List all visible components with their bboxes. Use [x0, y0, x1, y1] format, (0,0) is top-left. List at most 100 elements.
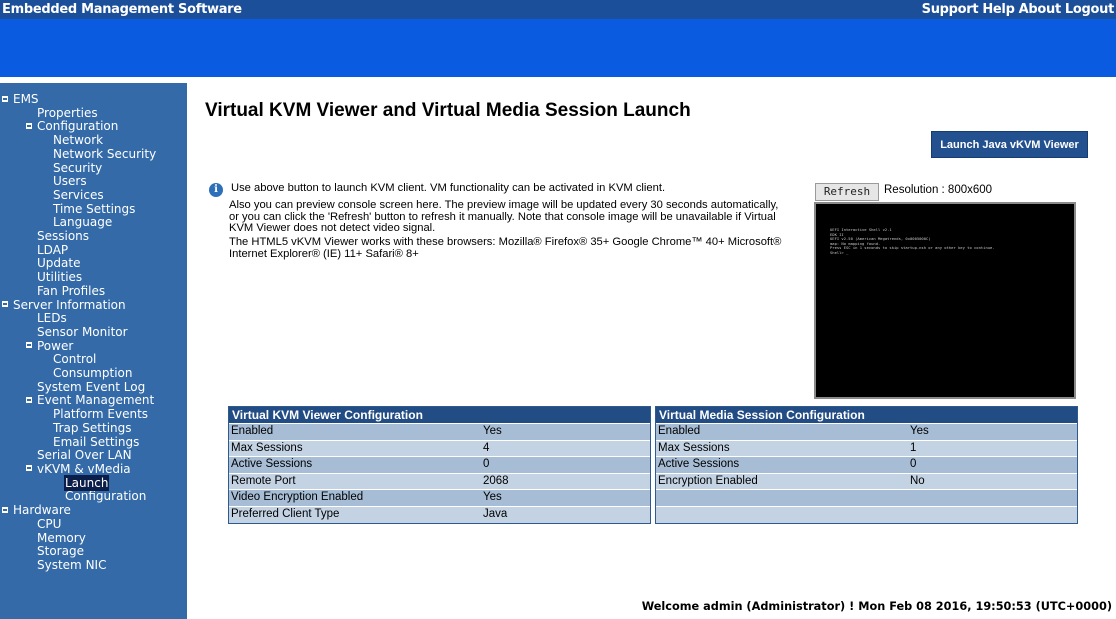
sidebar-item-server-information[interactable]: Server Information [0, 297, 187, 313]
page-title: Virtual KVM Viewer and Virtual Media Ses… [205, 100, 691, 121]
sidebar-item-label: Platform Events [53, 407, 149, 422]
support-link[interactable]: Support [922, 2, 979, 17]
vmedia-config-title: Virtual Media Session Configuration [656, 407, 1077, 423]
nav-tree: EMS Properties Configuration Network Network… [0, 92, 187, 573]
config-key: Preferred Client Type [231, 507, 340, 520]
sidebar-item-system-nic[interactable]: System NIC [0, 557, 187, 573]
sidebar-item-memory[interactable]: Memory [0, 531, 187, 546]
collapse-icon[interactable] [2, 301, 8, 308]
table-row [656, 489, 1077, 506]
sidebar-item-label: Services [53, 187, 104, 202]
sidebar-item-label: Network Security [53, 146, 157, 161]
sidebar-item-label: Consumption [53, 366, 133, 381]
sidebar-item-ems[interactable]: EMS [0, 92, 187, 107]
sidebar-item-label: System Event Log [37, 379, 146, 394]
config-value: 1 [910, 441, 917, 454]
sidebar-item-sensor-monitor[interactable]: Sensor Monitor [0, 325, 187, 340]
sidebar-item-label: Serial Over LAN [37, 448, 132, 463]
sidebar-item-vkvm-vmedia[interactable]: vKVM & vMedia [0, 461, 187, 477]
sidebar-item-label: vKVM & vMedia [37, 461, 131, 476]
sidebar-item-label: System NIC [37, 557, 107, 572]
table-row: Active Sessions 0 [229, 456, 650, 473]
sidebar-item-security[interactable]: Security [0, 160, 187, 176]
collapse-icon[interactable] [26, 465, 32, 472]
sidebar-item-ldap[interactable]: LDAP [0, 243, 187, 258]
table-row: Enabled Yes [656, 423, 1077, 440]
info-line-1: Use above button to launch KVM client. V… [231, 182, 666, 194]
launch-java-vkvm-button[interactable]: Launch Java vKVM Viewer [931, 131, 1088, 158]
sidebar-item-properties[interactable]: Properties [0, 105, 187, 121]
sidebar-item-label: Users [53, 174, 87, 189]
kvm-config-table: Virtual KVM Viewer Configuration Enabled… [228, 406, 651, 524]
config-key: Active Sessions [658, 458, 740, 471]
sidebar-item-hardware[interactable]: Hardware [0, 503, 187, 518]
sidebar-item-network[interactable]: Network [0, 133, 187, 148]
sidebar-item-platform-events[interactable]: Platform Events [0, 407, 187, 422]
config-value: Java [483, 507, 508, 520]
sidebar-item-label: Server Information [13, 297, 126, 312]
sidebar-item-label: Hardware [13, 503, 71, 518]
collapse-icon[interactable] [26, 342, 32, 349]
sidebar-item-language[interactable]: Language [0, 215, 187, 230]
info-line-2: Also you can preview console screen here… [229, 198, 779, 235]
sidebar-item-update[interactable]: Update [0, 257, 187, 271]
sidebar-item-network-security[interactable]: Network Security [0, 146, 187, 162]
app-title: Embedded Management Software [2, 2, 242, 17]
sidebar-item-sessions[interactable]: Sessions [0, 229, 187, 244]
table-row: Max Sessions 4 [229, 439, 650, 457]
collapse-icon[interactable] [2, 95, 8, 102]
sidebar-item-serial-over-lan[interactable]: Serial Over LAN [0, 448, 187, 463]
config-key: Remote Port [231, 474, 296, 487]
sidebar-item-trap-settings[interactable]: Trap Settings [0, 421, 187, 436]
sidebar-item-label: Event Management [37, 393, 155, 408]
sidebar-item-label: Power [37, 338, 74, 353]
sidebar-item-email-settings[interactable]: Email Settings [0, 434, 187, 450]
sidebar-item-utilities[interactable]: Utilities [0, 270, 187, 285]
sidebar-item-label: Properties [37, 105, 98, 120]
config-key: Enabled [231, 425, 274, 437]
sidebar-item-storage[interactable]: Storage [0, 544, 187, 559]
sidebar-item-configuration[interactable]: Configuration [0, 120, 187, 134]
about-link[interactable]: About [1019, 2, 1062, 17]
sidebar-item-configuration[interactable]: Configuration [0, 490, 187, 504]
info-line-3: The HTML5 vKVM Viewer works with these b… [229, 236, 782, 260]
sidebar-item-users[interactable]: Users [0, 174, 187, 189]
sidebar-item-time-settings[interactable]: Time Settings [0, 201, 187, 217]
sidebar-item-fan-profiles[interactable]: Fan Profiles [0, 284, 187, 299]
sidebar-item-power[interactable]: Power [0, 338, 187, 354]
config-key: Encryption Enabled [658, 474, 758, 487]
sidebar-item-label: Security [53, 160, 103, 175]
table-row: Remote Port 2068 [229, 472, 650, 490]
sidebar-item-consumption[interactable]: Consumption [0, 366, 187, 381]
info-icon: i [209, 183, 223, 197]
vmedia-config-table: Virtual Media Session Configuration Enab… [655, 406, 1078, 524]
sidebar-item-services[interactable]: Services [0, 187, 187, 203]
sidebar-item-launch[interactable]: Launch [0, 474, 187, 491]
table-row: Enabled Yes [229, 423, 650, 440]
sidebar-item-label: Email Settings [53, 434, 140, 449]
help-link[interactable]: Help [982, 2, 1015, 17]
sidebar-item-event-management[interactable]: Event Management [0, 394, 187, 408]
sidebar-item-leds[interactable]: LEDs [0, 311, 187, 326]
config-value: Yes [483, 425, 502, 437]
collapse-icon[interactable] [26, 396, 32, 403]
sidebar-item-label: Time Settings [53, 201, 136, 216]
table-row: Preferred Client Type Java [229, 505, 650, 523]
sidebar-item-label: Control [53, 352, 97, 367]
collapse-icon[interactable] [26, 122, 32, 129]
config-value: 0 [910, 458, 917, 471]
config-key: Max Sessions [231, 441, 303, 454]
sidebar-item-cpu[interactable]: CPU [0, 517, 187, 532]
sidebar-item-control[interactable]: Control [0, 353, 187, 367]
top-bar: Embedded Management Software Support Help… [0, 0, 1116, 19]
sidebar-item-system-event-log[interactable]: System Event Log [0, 379, 187, 395]
config-value: 2068 [483, 474, 509, 487]
logout-link[interactable]: Logout [1065, 2, 1114, 17]
refresh-button[interactable]: Refresh [815, 183, 879, 201]
sidebar-item-label: EMS [13, 92, 39, 106]
config-key: Video Encryption Enabled [231, 491, 364, 504]
config-value: 4 [483, 441, 490, 454]
collapse-icon[interactable] [2, 506, 8, 513]
sidebar-item-label: Network [53, 133, 104, 148]
welcome-status: Welcome admin (Administrator) ! Mon Feb … [641, 600, 1112, 613]
